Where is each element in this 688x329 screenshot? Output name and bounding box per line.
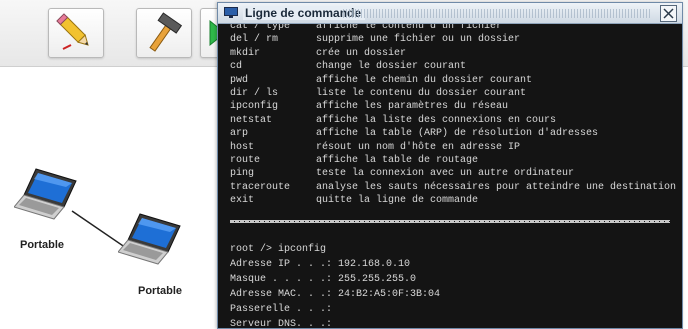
help-row: mkdir crée un dossier — [230, 47, 406, 60]
help-command: cat / type — [230, 24, 291, 32]
help-command: ipconfig — [230, 101, 279, 113]
help-command: mkdir — [230, 47, 261, 59]
laptop-2[interactable] — [117, 212, 182, 275]
help-command: ping — [230, 168, 255, 180]
terminal-output[interactable]: cat / type affiche le contenu d'un fichie… — [218, 24, 682, 328]
help-row: netstat affiche la liste des connexions e… — [230, 114, 556, 127]
help-row: ping teste la connexion avec un autre ord… — [230, 167, 574, 180]
help-command: traceroute — [230, 181, 291, 193]
pencil-icon — [56, 13, 89, 50]
help-description: quitte la ligne de commande — [316, 195, 479, 207]
help-row: dir / ls liste le contenu du dossier cour… — [230, 87, 526, 100]
help-description: affiche le contenu d'un fichier — [316, 24, 503, 32]
help-command: cd — [230, 61, 243, 73]
help-description: teste la connexion avec un autre ordinat… — [316, 168, 575, 180]
laptop-1-label: Portable — [20, 239, 65, 251]
help-row: cd change le dossier courant — [230, 60, 466, 73]
help-command: route — [230, 155, 261, 166]
separator-line — [230, 220, 670, 223]
laptop-2-label: Portable — [138, 285, 183, 297]
close-icon — [663, 8, 674, 19]
help-description: liste le contenu du dossier courant — [316, 88, 527, 99]
help-description: analyse les sauts nécessaires pour attei… — [316, 181, 677, 193]
help-command: dir / ls — [230, 88, 279, 99]
help-command: exit — [230, 195, 255, 207]
help-command: netstat — [230, 114, 273, 126]
help-description: affiche le chemin du dossier courant — [316, 74, 533, 86]
prompt-line: root /> ipconfig — [230, 244, 327, 255]
help-description: affiche la table (ARP) de résolution d'a… — [316, 128, 599, 140]
help-description: change le dossier courant — [316, 61, 467, 73]
help-description: supprime une fichier ou un dossier — [316, 34, 521, 46]
help-row: route affiche la table de routage — [230, 154, 478, 167]
hammer-button[interactable] — [136, 8, 192, 58]
close-button[interactable] — [660, 5, 677, 22]
help-description: résout un nom d'hôte en adresse IP — [316, 141, 521, 153]
help-row: ipconfig affiche les paramètres du réseau — [230, 100, 508, 113]
help-row: exit quitte la ligne de commande — [230, 194, 478, 207]
laptop-icon — [117, 213, 181, 265]
titlebar-grip — [343, 9, 652, 18]
window-titlebar[interactable]: Ligne de commande — [218, 3, 682, 24]
pencil-button[interactable] — [48, 8, 104, 58]
laptop-1[interactable] — [13, 167, 78, 230]
help-row: cat / type affiche le contenu d'un fichie… — [230, 24, 502, 33]
mask-line: Masque . . . . .: 255.255.255.0 — [230, 274, 417, 285]
help-description: affiche les paramètres du réseau — [316, 101, 509, 113]
laptop-icon — [13, 168, 77, 220]
help-description: affiche la liste des connexions en cours — [316, 114, 557, 126]
gateway-line: Passerelle . . .: — [230, 304, 333, 315]
help-command: del / rm — [230, 34, 279, 46]
help-command: host — [230, 141, 255, 153]
help-command: arp — [230, 128, 249, 140]
help-row: arp affiche la table (ARP) de résolution … — [230, 127, 598, 140]
command-window[interactable]: Ligne de commande cat / type affiche le c… — [217, 2, 683, 329]
help-description: affiche la table de routage — [316, 155, 479, 166]
help-row: host résout un nom d'hôte en adresse IP — [230, 141, 520, 154]
help-command: pwd — [230, 74, 249, 86]
help-row: del / rm supprime une fichier ou un dossi… — [230, 33, 520, 46]
mac-address-line: Adresse MAC. . .: 24:B2:A5:0F:3B:04 — [230, 289, 441, 300]
hammer-icon — [149, 12, 183, 52]
help-description: crée un dossier — [316, 47, 407, 59]
help-row: pwd affiche le chemin du dossier courant — [230, 74, 532, 87]
ip-address-line: Adresse IP . . .: 192.168.0.10 — [230, 259, 411, 270]
monitor-icon — [224, 7, 238, 18]
help-row: traceroute analyse les sauts nécessaires … — [230, 181, 676, 194]
